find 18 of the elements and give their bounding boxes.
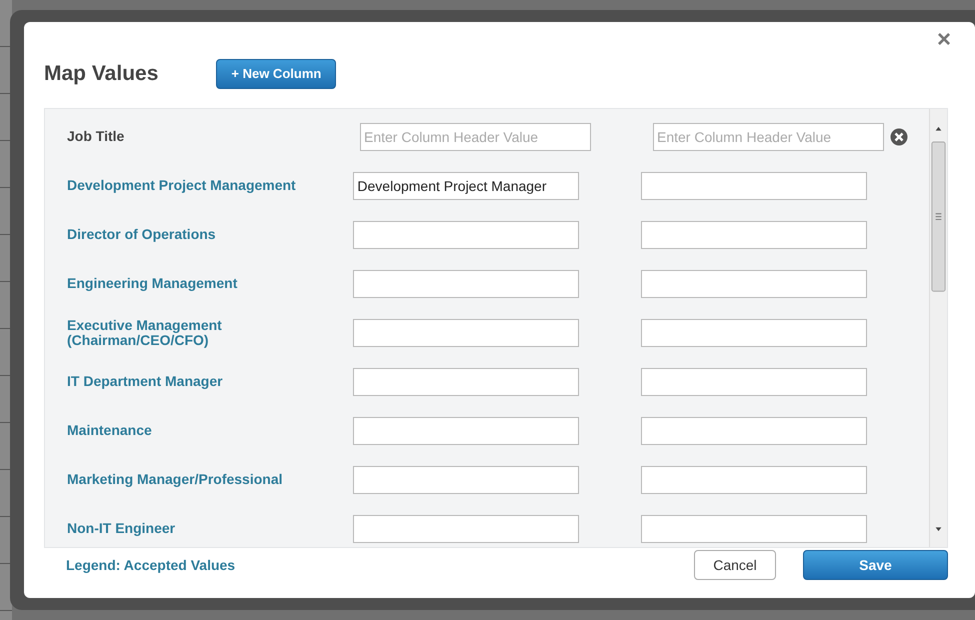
header-input[interactable]: Enter Column Header Value xyxy=(653,122,884,150)
value-input[interactable]: Development Project Manager xyxy=(353,172,580,200)
value-label: IT Department Manager xyxy=(67,374,224,389)
close-button[interactable]: × xyxy=(936,28,951,52)
save-button[interactable]: Save xyxy=(803,550,948,580)
value-label: Marketing Manager/Professional xyxy=(67,472,284,487)
value-label: Development Project Management xyxy=(67,178,297,193)
value-label: Engineering Management xyxy=(67,276,238,291)
value-label: Executive Management (Chairman/CEO/CFO) xyxy=(67,318,223,348)
column-label: Job Title xyxy=(67,129,126,144)
legend-link[interactable]: Legend: Accepted Values xyxy=(66,554,236,576)
header-input[interactable]: Enter Column Header Value xyxy=(360,122,591,150)
cancel-button[interactable]: Cancel xyxy=(694,550,776,580)
dialog-title: Map Values xyxy=(44,61,158,87)
value-label: Director of Operations xyxy=(67,227,217,242)
value-label: Maintenance xyxy=(67,423,153,438)
value-label: Non-IT Engineer xyxy=(67,521,176,536)
new-column-button[interactable]: + New Column xyxy=(216,59,336,89)
